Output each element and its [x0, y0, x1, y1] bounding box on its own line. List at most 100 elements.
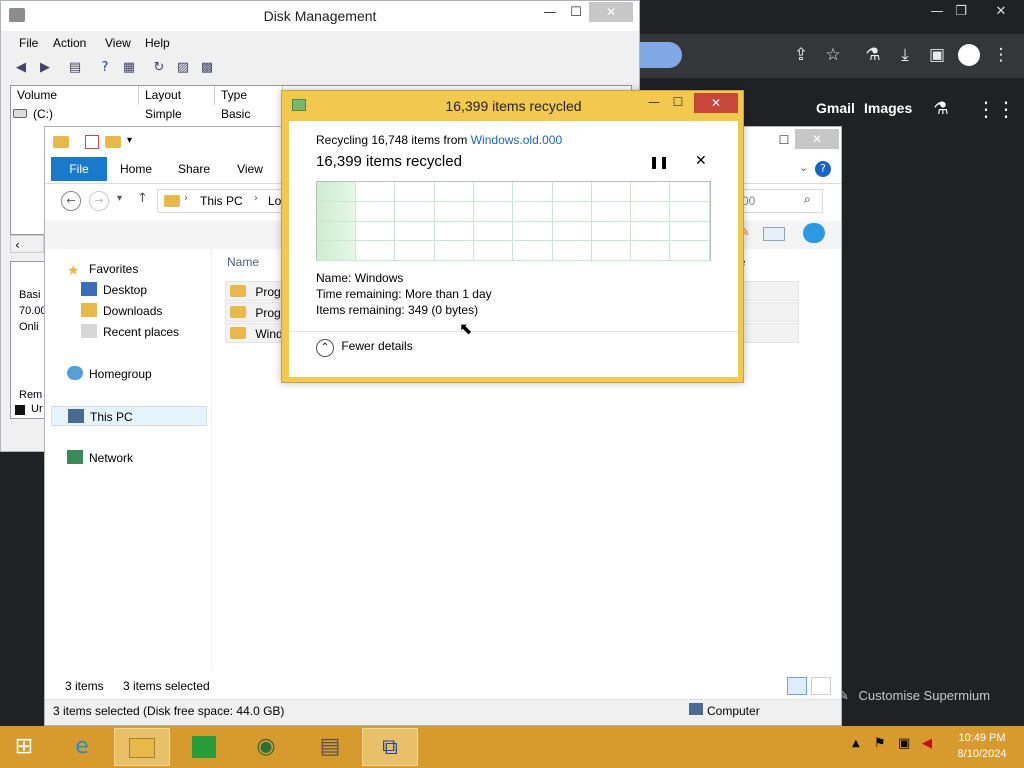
ribbon-tab-home[interactable]: Home — [111, 157, 161, 181]
nav-recent-places[interactable]: Recent places — [81, 322, 179, 342]
graph-cell — [356, 221, 395, 241]
properties-icon[interactable]: ▤ — [65, 59, 85, 77]
nav-network[interactable]: Network — [67, 448, 133, 468]
new-folder-qat-icon[interactable] — [105, 136, 121, 148]
dm-close-button[interactable]: ✕ — [589, 2, 633, 22]
qat-dropdown-icon[interactable]: ▾ — [127, 135, 132, 146]
dm-menu-view[interactable]: View — [105, 34, 131, 52]
search-box[interactable]: 00 ⌕ — [737, 189, 823, 213]
forward-arrow-icon[interactable]: ▶ — [35, 59, 55, 77]
ribbon-tab-share[interactable]: Share — [169, 157, 219, 181]
dialog-maximize-button[interactable]: ☐ — [668, 95, 688, 113]
graph-cell — [317, 241, 356, 261]
side-panel-icon[interactable]: ▣ — [924, 42, 950, 68]
ribbon-tab-view[interactable]: View — [225, 157, 275, 181]
detail-items-label: Items remaining: — [316, 303, 405, 317]
explorer-maximize-button[interactable]: ☐ — [775, 133, 793, 149]
customise-button[interactable]: ✎ Customise Supermium — [838, 684, 1018, 708]
disk-label-size: 70.00 — [19, 305, 47, 317]
nav-homegroup[interactable]: Homegroup — [67, 364, 152, 384]
disk-management-taskbar-icon[interactable]: ▤ — [302, 728, 358, 766]
nav-favorites[interactable]: ★ Favorites — [67, 259, 138, 279]
column-name[interactable]: Name — [227, 255, 259, 269]
back-arrow-icon[interactable]: ◀ — [11, 59, 31, 77]
large-icons-view-icon[interactable] — [811, 677, 831, 695]
nav-downloads[interactable]: Downloads — [81, 301, 162, 321]
list-view-icon[interactable]: ▦ — [119, 59, 139, 77]
recycle-taskbar-icon[interactable]: ⧉ — [362, 728, 418, 766]
browser-toolbar: ⇪ ☆ ⚗ ⤓ ▣ ⋮ — [638, 34, 1024, 78]
volume-cell[interactable]: (C:) — [27, 105, 53, 123]
labs-flask-icon[interactable]: ⚗ — [860, 42, 886, 68]
internet-explorer-icon[interactable]: e — [54, 728, 110, 766]
detail-items: Items remaining: 349 (0 bytes) — [316, 303, 478, 317]
show-hidden-icons[interactable]: ▲ — [852, 738, 860, 749]
labs-icon[interactable]: ⚗ — [928, 96, 954, 122]
scroll-left-button[interactable]: ‹ — [10, 235, 44, 253]
file-explorer-taskbar-button[interactable] — [114, 728, 170, 766]
nav-this-pc[interactable]: This PC — [51, 406, 207, 426]
action-center-flag-icon[interactable]: ⚑ — [874, 736, 886, 751]
dialog-close-button[interactable]: ✕ — [694, 93, 738, 113]
explorer-help-icon[interactable]: ? — [815, 161, 831, 177]
dm-menu-help[interactable]: Help — [145, 34, 170, 52]
column-layout[interactable]: Layout — [139, 86, 215, 105]
properties-qat-icon[interactable] — [85, 135, 99, 149]
breadcrumb-separator: › — [184, 193, 188, 204]
disk-label-removable: Rem — [19, 389, 43, 401]
ribbon-expand-icon[interactable]: ⌄ — [799, 161, 808, 174]
explorer-close-button[interactable]: ✕ — [795, 129, 839, 149]
column-volume[interactable]: Volume — [11, 86, 139, 105]
details-view-icon[interactable] — [787, 677, 807, 695]
store-icon[interactable] — [176, 728, 232, 766]
dm-menu-file[interactable]: File — [19, 34, 38, 52]
rescan-icon[interactable]: ▨ — [173, 59, 193, 77]
start-button[interactable]: ⊞ — [0, 728, 48, 766]
browser-close-button[interactable]: ✕ — [984, 0, 1018, 24]
browser-taskbar-icon[interactable]: ◉ — [238, 728, 294, 766]
cancel-button[interactable]: ✕ — [695, 153, 707, 169]
fewer-details-toggle[interactable]: ⌃ Fewer details — [316, 337, 413, 357]
graph-cell — [317, 202, 356, 222]
network-tray-icon[interactable]: ▣ — [898, 736, 910, 751]
network-icon — [67, 450, 83, 464]
recent-locations-icon[interactable]: ▾ — [117, 193, 122, 204]
graph-cell — [474, 241, 513, 261]
type-cell[interactable]: Basic — [215, 105, 250, 123]
dm-menu-action[interactable]: Action — [53, 34, 86, 52]
column-type[interactable]: Type — [215, 86, 283, 105]
gmail-link[interactable]: Gmail — [816, 100, 855, 116]
profile-avatar[interactable] — [958, 44, 980, 66]
back-button[interactable]: ← — [61, 191, 81, 211]
ribbon-tab-file[interactable]: File — [51, 157, 107, 181]
download-icon[interactable]: ⤓ — [892, 42, 918, 68]
help-icon[interactable]: ? — [95, 59, 115, 77]
open-icon[interactable] — [803, 223, 825, 243]
menu-kebab-icon[interactable]: ⋮ — [988, 42, 1014, 68]
pause-button[interactable]: ❚❚ — [649, 155, 669, 169]
refresh-icon[interactable]: ↻ — [149, 59, 169, 77]
dialog-minimize-button[interactable]: — — [644, 95, 664, 113]
clock-date[interactable]: 8/10/2024 — [944, 748, 1020, 760]
graph-cell — [356, 241, 395, 261]
unallocated-swatch — [15, 405, 25, 415]
bookmark-star-icon[interactable]: ☆ — [820, 42, 846, 68]
properties-toolbar-icon[interactable] — [763, 227, 785, 241]
source-folder-link[interactable]: Windows.old.000 — [471, 133, 562, 147]
up-arrow-icon[interactable]: ↑ — [137, 191, 148, 206]
forward-button[interactable]: → — [89, 191, 109, 211]
browser-restore-button[interactable]: ❐ — [944, 0, 978, 24]
breadcrumb-this-pc[interactable]: This PC — [200, 194, 243, 208]
share-icon[interactable]: ⇪ — [788, 42, 814, 68]
volume-muted-icon[interactable]: ◀ — [922, 736, 932, 751]
settings-icon[interactable]: ▩ — [197, 59, 217, 77]
apps-grid-icon[interactable]: ⋮⋮ — [976, 96, 1016, 122]
images-link[interactable]: Images — [864, 100, 912, 116]
layout-cell[interactable]: Simple — [139, 105, 182, 123]
omnibox-edge[interactable] — [638, 42, 682, 68]
clock-time[interactable]: 10:49 PM — [944, 732, 1020, 744]
folder-icon — [230, 306, 246, 318]
nav-recent-label: Recent places — [103, 325, 180, 339]
nav-desktop[interactable]: Desktop — [81, 280, 147, 300]
dm-maximize-button[interactable]: ☐ — [559, 1, 593, 25]
